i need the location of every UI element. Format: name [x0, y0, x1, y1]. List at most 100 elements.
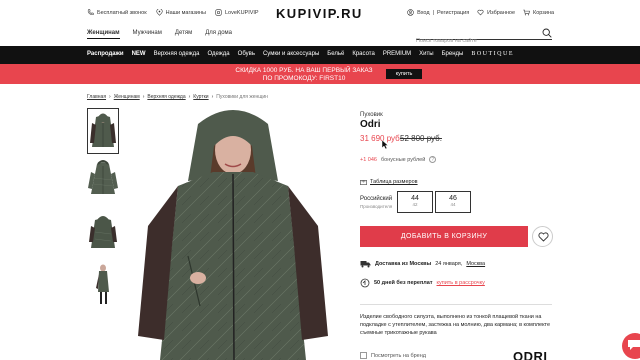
chat-icon: [628, 340, 640, 350]
account-separator: |: [432, 9, 435, 16]
crumb-women[interactable]: Женщинам: [114, 94, 140, 100]
add-to-cart-button[interactable]: ДОБАВИТЬ В КОРЗИНУ: [360, 226, 528, 247]
top-right-links: Вход | Регистрация Избранное Корзина: [407, 9, 554, 16]
top-bar: Бесплатный звонок Наши магазины LoveKUPI…: [0, 0, 640, 28]
size-sub: 44: [450, 202, 456, 207]
checkbox[interactable]: [360, 352, 367, 359]
product-main-image[interactable]: [128, 106, 338, 360]
search-input[interactable]: [416, 36, 536, 46]
free-call-label: Бесплатный звонок: [97, 9, 147, 16]
crumb-sep: ›: [188, 94, 191, 100]
social-link[interactable]: LoveKUPIVIP: [215, 9, 259, 16]
category-bar: Распродажи NEW Верхняя одежда Одежда Обу…: [0, 46, 640, 64]
price-current: 31 690 руб.: [360, 134, 402, 143]
promo-line-2: ПО ПРОМОКОДУ: FIRST10: [262, 74, 346, 82]
price-old: 52 800 руб.: [400, 134, 442, 143]
cat-premium[interactable]: PREMIUM: [383, 51, 411, 57]
return-info: 50 дней без переплат купить в рассрочку: [360, 278, 485, 288]
nav-women[interactable]: Женщинам: [87, 30, 120, 39]
heart-icon: [538, 232, 549, 242]
cat-boutique[interactable]: BOUTIQUE: [471, 51, 514, 57]
crumb-home[interactable]: Главная: [87, 94, 106, 100]
crumb-sep: ›: [211, 94, 214, 100]
cat-hits[interactable]: Хиты: [419, 51, 433, 57]
cat-bags[interactable]: Сумки и аксессуары: [263, 51, 319, 57]
truck-icon: [360, 261, 371, 268]
thumbnail-2[interactable]: [87, 158, 119, 204]
product-type: Пуховик: [360, 112, 383, 118]
cat-new[interactable]: NEW: [132, 51, 146, 57]
cat-lingerie[interactable]: Бельё: [327, 51, 344, 57]
login-link[interactable]: Вход: [417, 10, 429, 16]
cat-brands[interactable]: Бренды: [442, 51, 464, 57]
crumb-sep: ›: [109, 94, 111, 100]
installment-link[interactable]: купить в рассрочку: [437, 280, 485, 286]
gender-nav: Женщинам Мужчинам Детям Для дома: [87, 30, 232, 39]
product-brand[interactable]: Odri: [360, 119, 381, 130]
account-links: Вход | Регистрация: [407, 9, 469, 16]
brand-logo: ODRI: [513, 349, 548, 360]
thumbnail-3[interactable]: [87, 210, 119, 256]
return-label: 50 дней без переплат: [374, 280, 433, 286]
top-left-links: Бесплатный звонок Наши магазины LoveKUPI…: [87, 9, 259, 16]
user-icon: [407, 9, 414, 16]
free-call-link[interactable]: Бесплатный звонок: [87, 9, 147, 16]
product-description: Изделие свободного силуэта, выполнено из…: [360, 314, 551, 336]
delivery-info: Доставка из Москвы 24 января, Москва: [360, 260, 485, 268]
stores-label: Наши магазины: [165, 9, 206, 16]
size-table-label: Таблица размеров: [370, 179, 418, 185]
cart-icon: [523, 9, 530, 16]
social-label: LoveKUPIVIP: [224, 9, 259, 16]
stores-link[interactable]: Наши магазины: [156, 9, 206, 16]
size-table-link[interactable]: Таблица размеров: [360, 179, 418, 185]
bonus-info: +1 046 бонусные рублей ?: [360, 156, 437, 163]
cat-sale[interactable]: Распродажи: [87, 51, 124, 57]
nav-men[interactable]: Мужчинам: [133, 30, 162, 39]
search-bar: [416, 28, 552, 46]
promo-buy-button[interactable]: купить: [386, 69, 422, 79]
size-region: Российский: [360, 196, 393, 202]
site-logo[interactable]: KUPIVIP.RU: [276, 6, 363, 21]
mouse-cursor-icon: [382, 140, 389, 150]
search-icon[interactable]: [542, 28, 552, 38]
thumbnail-4[interactable]: [87, 262, 119, 308]
size-value: 44: [411, 195, 419, 202]
crumb-sep: ›: [142, 94, 145, 100]
size-option-46[interactable]: 46 44: [435, 191, 471, 213]
delivery-date: 24 января,: [435, 261, 463, 267]
cat-beauty[interactable]: Красота: [352, 51, 374, 57]
return-icon: [360, 278, 370, 288]
cat-shoes[interactable]: Обувь: [238, 51, 255, 57]
add-to-favorites-button[interactable]: [532, 226, 553, 247]
promo-banner: СКИДКА 1000 РУБ. НА ВАШ ПЕРВЫЙ ЗАКАЗ ПО …: [0, 64, 640, 84]
extra-option-label: Посмотреть на бренд: [371, 352, 426, 359]
register-link[interactable]: Регистрация: [437, 10, 469, 16]
cat-outerwear[interactable]: Верхняя одежда: [154, 51, 200, 57]
favorites-link[interactable]: Избранное: [477, 9, 515, 16]
size-region-sub: Производителя: [360, 204, 393, 209]
instagram-icon: [215, 9, 222, 16]
cat-clothing[interactable]: Одежда: [207, 51, 229, 57]
bonus-value: +1 046: [360, 156, 377, 163]
location-pin-icon: [156, 9, 163, 16]
ruler-icon: [360, 179, 367, 185]
heart-icon: [477, 9, 484, 16]
crumb-jackets[interactable]: Куртки: [193, 94, 208, 100]
promo-text: СКИДКА 1000 РУБ. НА ВАШ ПЕРВЫЙ ЗАКАЗ ПО …: [224, 67, 384, 82]
jacket-side-image: [96, 264, 109, 304]
cart-link[interactable]: Корзина: [523, 9, 554, 16]
delivery-city-link[interactable]: Москва: [466, 261, 485, 267]
size-value: 46: [449, 195, 457, 202]
size-option-44[interactable]: 44 42: [397, 191, 433, 213]
favorites-label: Избранное: [487, 9, 516, 16]
chat-button[interactable]: [622, 333, 640, 359]
help-icon[interactable]: ?: [429, 156, 437, 163]
divider: [360, 304, 552, 305]
nav-home[interactable]: Для дома: [205, 30, 232, 39]
crumb-outerwear[interactable]: Верхняя одежда: [147, 94, 185, 100]
extra-option[interactable]: Посмотреть на бренд: [360, 352, 426, 359]
thumbnail-1[interactable]: [87, 108, 119, 154]
jacket-front-image: [90, 113, 116, 147]
delivery-label: Доставка из Москвы: [375, 261, 432, 267]
nav-kids[interactable]: Детям: [175, 30, 192, 39]
